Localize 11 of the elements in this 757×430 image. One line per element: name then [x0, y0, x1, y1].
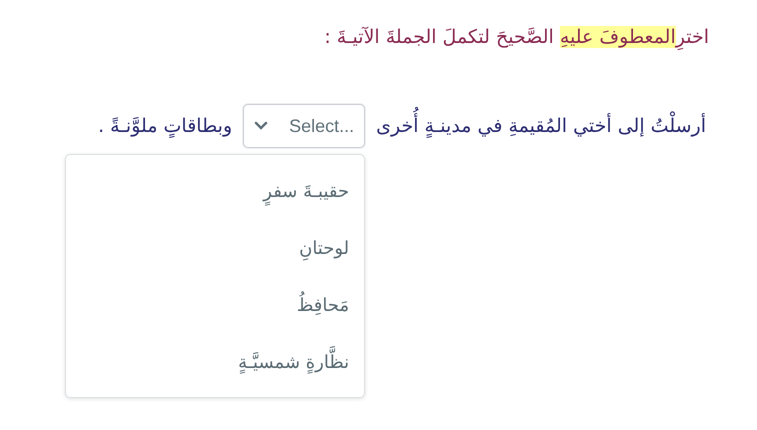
chevron-down-icon — [254, 121, 268, 131]
highlighted-text: المعطوفَ عليهِ — [560, 26, 676, 48]
dropdown-option[interactable]: نظَّارةٍ شمسيَّـةٍ — [235, 347, 352, 380]
sentence-text: أرسلْتُ إلى أختي المُقيمةِ في مدينـةٍ أُخرى — [373, 108, 709, 144]
instruction-text: الصَّحيحَ لتكملَ الجملةَ الآتيـةَ : — [324, 26, 555, 48]
instruction-text: اخترِ — [676, 26, 709, 48]
dropdown-option[interactable]: مَحافِظُ — [294, 290, 352, 322]
dropdown-option[interactable]: حقيبـةَ سفرٍ — [260, 176, 352, 208]
dropdown-option[interactable]: لوحتانِ — [296, 233, 352, 266]
sentence-text: وبطاقاتٍ ملوَّنـةً . — [97, 114, 234, 140]
select-dropdown[interactable]: Select... — [243, 104, 366, 148]
